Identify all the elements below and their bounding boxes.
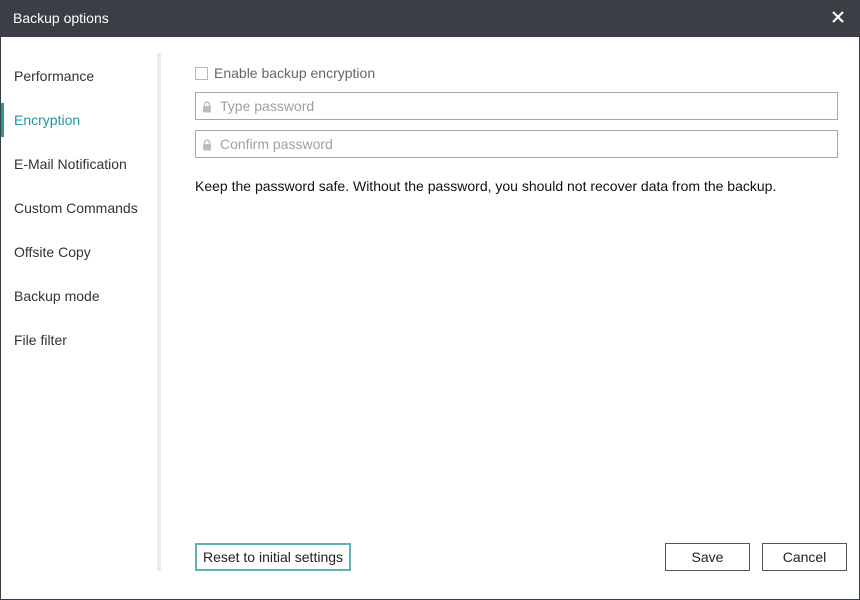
enable-encryption-label: Enable backup encryption [214,65,376,81]
sidebar-item-email-notification[interactable]: E-Mail Notification [1,147,156,181]
save-button[interactable]: Save [665,543,750,571]
sidebar-item-performance[interactable]: Performance [1,59,156,93]
lock-icon [202,138,212,151]
enable-encryption-row[interactable]: Enable backup encryption [195,63,375,83]
sidebar-item-file-filter[interactable]: File filter [1,323,156,357]
window-title: Backup options [13,10,109,26]
sidebar-item-encryption[interactable]: Encryption [1,103,156,137]
enable-encryption-checkbox[interactable] [195,66,208,80]
password-field[interactable] [195,92,838,120]
sidebar-item-backup-mode[interactable]: Backup mode [1,279,156,313]
confirm-password-field[interactable] [195,130,838,158]
titlebar: Backup options [0,0,860,37]
password-input[interactable] [220,96,820,116]
close-icon[interactable] [830,9,846,25]
reset-settings-button[interactable]: Reset to initial settings [195,543,351,571]
confirm-password-input[interactable] [220,134,820,154]
lock-icon [202,100,212,113]
password-safety-note: Keep the password safe. Without the pass… [195,178,777,194]
sidebar-item-offsite-copy[interactable]: Offsite Copy [1,235,156,269]
sidebar-divider [157,53,161,571]
sidebar-item-custom-commands[interactable]: Custom Commands [1,191,156,225]
cancel-button[interactable]: Cancel [762,543,847,571]
